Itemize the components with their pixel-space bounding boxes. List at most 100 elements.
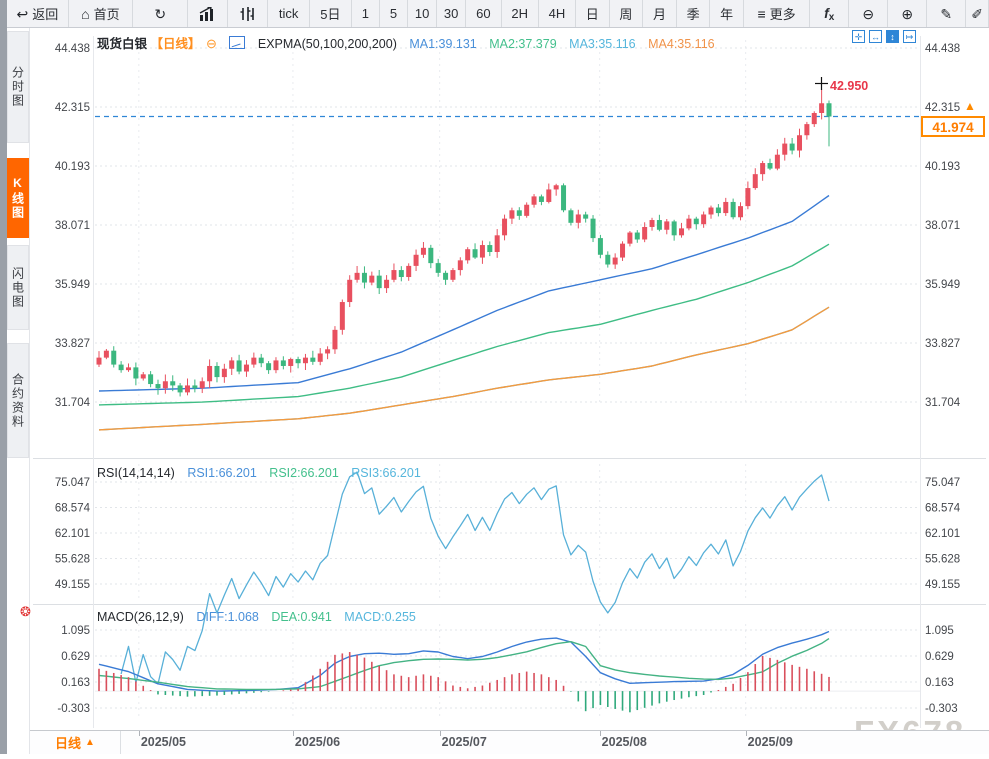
menu-icon: ≡ [757,7,765,21]
candlestick-icon [240,7,256,21]
price-axis-label-right: 38.071 [925,220,960,232]
toolbar-interval-4h-label: 4H [549,6,566,21]
macd-axis-label-right: 0.163 [925,677,954,689]
toolbar-refresh-button[interactable]: ↻ [133,0,188,27]
month-label: 2025/06 [295,735,340,749]
toolbar-interval-5-button[interactable]: 5 [380,0,408,27]
month-tick [293,731,294,736]
toolbar-interval-quarter-label: 季 [687,4,700,23]
macd-settings-icon[interactable]: ❂ [20,604,31,620]
month-tick [600,731,601,736]
toolbar-more-menu-label: 更多 [770,4,796,23]
zoom-out-icon: ⊖ [862,7,874,21]
time-axis-bar: 日线 ▲ 2025/052025/062025/072025/082025/09 [30,730,989,754]
chart-layers: 44.43844.43842.31542.31540.19340.19338.0… [33,36,986,728]
toolbar-zoom-in-button[interactable]: ⊕ [888,0,927,27]
macd-histogram [99,652,829,712]
jump-to-latest-icon[interactable]: ▲ [964,99,976,113]
fit-vertical-icon[interactable]: ↕ [886,30,899,43]
toolbar-interval-1-label: 1 [362,6,369,21]
toolbar-interval-day-button[interactable]: 日 [576,0,610,27]
ruler-icon: ✐ [971,7,983,21]
candles [97,89,832,396]
macd-axis-label-left: 0.629 [61,651,90,663]
rsi-axis-label-left: 75.047 [55,477,90,489]
rsi-axis-label-left: 68.574 [55,503,91,515]
period-selector[interactable]: 日线 ▲ [30,731,121,754]
toolbar-interval-5-label: 5 [390,6,397,21]
rsi-axis-label-left: 62.101 [55,528,90,540]
high-annotation: 42.950 [830,79,868,93]
fit-horizontal-icon[interactable]: ↔ [869,30,882,43]
toolbar-zoom-out-button[interactable]: ⊖ [849,0,888,27]
toolbar-more-menu-button[interactable]: ≡ 更多 [744,0,810,27]
toolbar-interval-tick-label: tick [279,6,299,21]
zoom-in-icon: ⊕ [901,7,913,21]
price-axis-label-right: 44.438 [925,43,960,55]
chart-canvas[interactable]: 44.43844.43842.31542.31540.19340.19338.0… [30,28,989,754]
period-selector-label: 日线 [55,733,81,752]
price-axis-label-left: 31.704 [55,397,91,409]
price-axis-label-right: 42.315 [925,102,960,114]
price-axis-label-left: 44.438 [55,43,90,55]
toolbar-interval-1-button[interactable]: 1 [352,0,380,27]
pan-latest-icon[interactable]: ↦ [903,30,916,43]
toolbar-interval-60-button[interactable]: 60 [466,0,501,27]
toolbar-interval-year-button[interactable]: 年 [710,0,744,27]
toolbar-back-label: 返回 [32,4,58,23]
toolbar-interval-10-label: 10 [415,6,429,21]
toolbar-draw-tool-more-button[interactable]: ✐ [966,0,989,27]
month-label: 2025/08 [602,735,647,749]
toolbar-interval-tick-button[interactable]: tick [268,0,310,27]
rsi-axis-label-left: 55.628 [55,554,90,566]
month-label: 2025/09 [748,735,793,749]
toolbar-interval-5d-label: 5日 [320,4,340,23]
toolbar-interval-month-label: 月 [653,4,666,23]
price-axis-label-right: 33.827 [925,338,960,350]
toolbar-interval-year-label: 年 [720,4,733,23]
rsi-axis-label-left: 49.155 [55,579,90,591]
toolbar-interval-2h-button[interactable]: 2H [502,0,539,27]
rsi-axis-label-right: 49.155 [925,579,960,591]
month-label: 2025/05 [141,735,186,749]
toolbar-interval-week-label: 周 [619,4,632,23]
rsi-axis-label-right: 62.101 [925,528,960,540]
chevron-up-icon: ▲ [85,737,95,748]
bar-chart-icon [199,7,217,21]
toolbar-bar-chart-mode-button[interactable] [188,0,228,27]
toolbar: ↩返回⌂首页 ↻ tick 5日 1 5 10 30 60 2H 4H 日 周 月 季 年 ≡ 更多 fx ⊖ ⊕ ✎ ✐ [7,0,989,28]
toolbar-interval-week-button[interactable]: 周 [610,0,644,27]
toolbar-draw-tool-button[interactable]: ✎ [927,0,966,27]
toolbar-formula-button[interactable]: fx [810,0,849,27]
sidebar-tab-time-share[interactable]: 分时图 [7,31,29,143]
toolbar-interval-4h-button[interactable]: 4H [539,0,576,27]
toolbar-interval-2h-label: 2H [511,6,528,21]
window-edge-strip [0,0,7,754]
formula-icon: fx [824,5,834,23]
toolbar-interval-month-button[interactable]: 月 [643,0,677,27]
macd-axis-label-left: -0.303 [57,703,90,715]
toolbar-interval-quarter-button[interactable]: 季 [677,0,711,27]
price-axis-label-left: 33.827 [55,338,90,350]
macd-diff-line [99,632,829,692]
price-axis-label-right: 31.704 [925,397,961,409]
toolbar-interval-30-button[interactable]: 30 [437,0,466,27]
toolbar-home-label: 首页 [94,4,120,23]
rsi-line [121,472,829,684]
sidebar-tab-lightning[interactable]: 闪电图 [7,245,29,330]
toolbar-interval-day-label: 日 [586,4,599,23]
sidebar-tab-contract-info[interactable]: 合约资料 [7,343,29,458]
toolbar-interval-5d-button[interactable]: 5日 [310,0,352,27]
sidebar-tab-kline[interactable]: K线图 [7,158,29,238]
crosshair-icon[interactable]: ✛ [852,30,865,43]
toolbar-interval-10-button[interactable]: 10 [408,0,437,27]
toolbar-home-button[interactable]: ⌂首页 [69,0,133,27]
toolbar-interval-30-label: 30 [444,6,458,21]
toolbar-back-button[interactable]: ↩返回 [7,0,69,27]
toolbar-candle-mode-button[interactable] [228,0,268,27]
axis-quick-icons: ✛ ↔ ↕ ↦ [852,30,916,43]
month-tick [746,731,747,736]
toolbar-interval-60-label: 60 [476,6,490,21]
macd-axis-label-left: 1.095 [61,625,90,637]
refresh-icon: ↻ [154,7,166,21]
